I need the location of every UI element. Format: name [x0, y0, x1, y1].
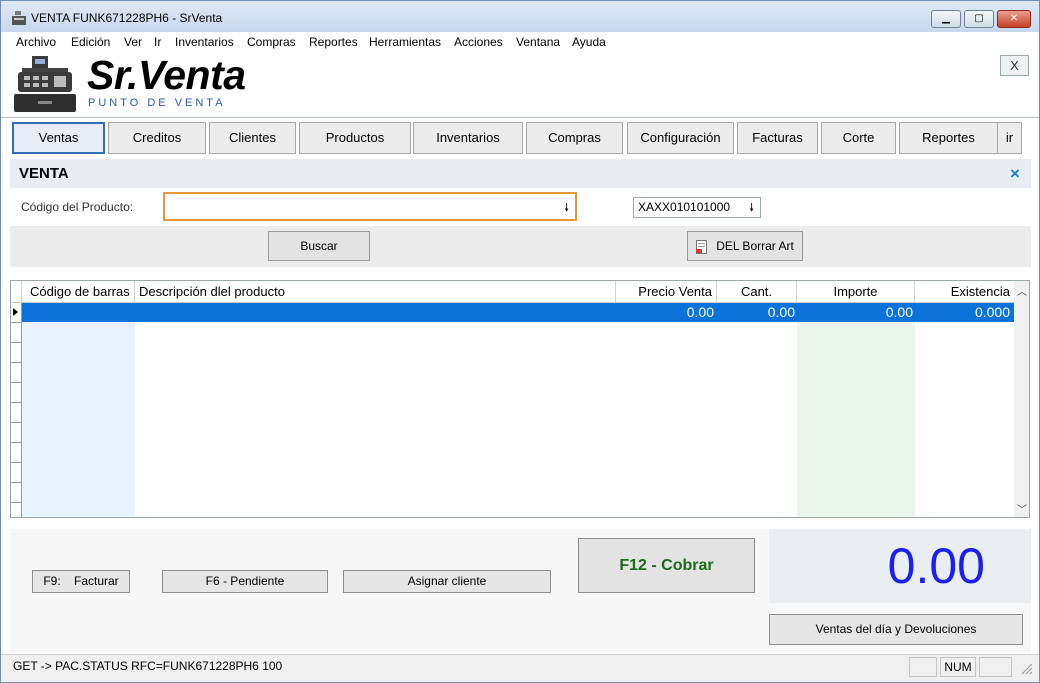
window-title: VENTA FUNK671228PH6 - SrVenta [31, 11, 223, 25]
menu-ventana[interactable]: Ventana [516, 35, 560, 49]
brand-name: Sr.Venta [87, 52, 246, 98]
pending-button[interactable]: F6 - Pendiente [162, 570, 328, 593]
nav-clientes[interactable]: Clientes [209, 122, 296, 154]
menu-ir[interactable]: Ir [154, 35, 161, 49]
status-pane-empty [979, 657, 1012, 677]
cell-quantity: 0.00 [767, 304, 795, 320]
main-nav: Ventas Creditos Clientes Productos Inven… [1, 119, 1039, 157]
nav-creditos[interactable]: Creditos [108, 122, 206, 154]
cash-register-icon [14, 56, 76, 112]
title-bar: VENTA FUNK671228PH6 - SrVenta ▁ ▢ ✕ [1, 1, 1039, 32]
menu-herramientas[interactable]: Herramientas [369, 35, 441, 49]
scroll-down-icon[interactable]: ﹀ [1017, 501, 1027, 516]
invoice-button[interactable]: F9: Facturar [32, 570, 130, 593]
menu-ayuda[interactable]: Ayuda [572, 35, 606, 49]
charge-button[interactable]: F12 - Cobrar [578, 538, 755, 593]
resize-grip-icon[interactable] [1019, 661, 1033, 675]
close-panel-button[interactable]: X [1000, 55, 1029, 76]
nav-corte[interactable]: Corte [821, 122, 896, 154]
maximize-button[interactable]: ▢ [964, 10, 994, 28]
sales-grid[interactable]: Código de barras Descripción dlel produc… [10, 280, 1030, 518]
brand-tagline: PUNTO DE VENTA [88, 97, 226, 109]
barcode-column-shade [22, 322, 135, 517]
cell-amount: 0.00 [885, 304, 913, 320]
document-delete-icon [696, 240, 707, 254]
col-header-stock[interactable]: Existencia [915, 281, 1014, 303]
cash-register-app-icon [12, 11, 26, 25]
vertical-scrollbar[interactable]: ︿ ﹀ [1014, 281, 1029, 517]
col-header-amount[interactable]: Importe [797, 281, 915, 303]
current-row-arrow-icon [13, 308, 18, 316]
menu-ver[interactable]: Ver [124, 35, 142, 49]
cell-stock: 0.000 [974, 304, 1010, 320]
product-code-input[interactable]: 🠗 [163, 192, 577, 221]
venta-section-header: VENTA × [10, 159, 1031, 188]
dropdown-arrow-icon[interactable]: 🠗 [564, 199, 569, 218]
close-section-icon[interactable]: × [1010, 164, 1020, 184]
col-header-quantity[interactable]: Cant. [717, 281, 797, 303]
delete-article-label: DEL Borrar Art [716, 239, 794, 253]
nav-salir[interactable]: ir [998, 122, 1022, 154]
nav-ventas[interactable]: Ventas [12, 122, 105, 154]
menu-reportes[interactable]: Reportes [309, 35, 358, 49]
application-window: VENTA FUNK671228PH6 - SrVenta ▁ ▢ ✕ Arch… [0, 0, 1040, 683]
nav-reportes[interactable]: Reportes [899, 122, 998, 154]
menu-bar: Archivo Edición Ver Ir Inventarios Compr… [1, 32, 1039, 52]
col-header-description[interactable]: Descripción dlel producto [135, 281, 616, 303]
nav-facturas[interactable]: Facturas [737, 122, 818, 154]
close-window-button[interactable]: ✕ [997, 10, 1031, 28]
daily-sales-returns-button[interactable]: Ventas del día y Devoluciones [769, 614, 1023, 645]
status-pane-empty [909, 657, 937, 677]
product-code-row: Código del Producto: 🠗 XAXX010101000 🠗 [10, 188, 1031, 226]
total-display: 0.00 [769, 529, 1031, 603]
col-header-barcode[interactable]: Código de barras [22, 281, 135, 303]
table-row[interactable]: 0.00 0.00 0.00 0.000 [22, 303, 1014, 322]
scroll-up-icon[interactable]: ︿ [1017, 283, 1027, 298]
grid-corner [11, 281, 22, 303]
amount-column-shade [797, 322, 915, 517]
section-title: VENTA [19, 165, 69, 182]
col-header-price[interactable]: Precio Venta [616, 281, 717, 303]
menu-edicion[interactable]: Edición [71, 35, 110, 49]
logo-header: Sr.Venta PUNTO DE VENTA X [1, 52, 1039, 118]
rfc-value: XAXX010101000 [638, 200, 731, 214]
product-code-label: Código del Producto: [21, 200, 134, 214]
product-actions-row: Buscar DEL Borrar Art [10, 226, 1031, 267]
total-amount: 0.00 [887, 538, 985, 594]
dropdown-arrow-icon[interactable]: 🠗 [749, 199, 754, 218]
num-lock-indicator: NUM [940, 657, 976, 677]
nav-productos[interactable]: Productos [299, 122, 411, 154]
delete-article-button[interactable]: DEL Borrar Art [687, 231, 803, 261]
menu-inventarios[interactable]: Inventarios [175, 35, 234, 49]
menu-acciones[interactable]: Acciones [454, 35, 503, 49]
checkout-panel: F9: Facturar F6 - Pendiente Asignar clie… [10, 529, 1031, 653]
search-button[interactable]: Buscar [268, 231, 370, 261]
status-bar: GET -> PAC.STATUS RFC=FUNK671228PH6 100 … [1, 654, 1039, 682]
cell-price: 0.00 [686, 304, 714, 320]
menu-compras[interactable]: Compras [247, 35, 296, 49]
status-message: GET -> PAC.STATUS RFC=FUNK671228PH6 100 [13, 659, 283, 673]
nav-configuracion[interactable]: Configuración [627, 122, 734, 154]
row-headers [11, 303, 22, 517]
nav-inventarios[interactable]: Inventarios [413, 122, 523, 154]
assign-customer-button[interactable]: Asignar cliente [343, 570, 551, 593]
nav-compras[interactable]: Compras [526, 122, 623, 154]
minimize-button[interactable]: ▁ [931, 10, 961, 28]
rfc-select[interactable]: XAXX010101000 🠗 [633, 197, 761, 218]
menu-archivo[interactable]: Archivo [16, 35, 56, 49]
